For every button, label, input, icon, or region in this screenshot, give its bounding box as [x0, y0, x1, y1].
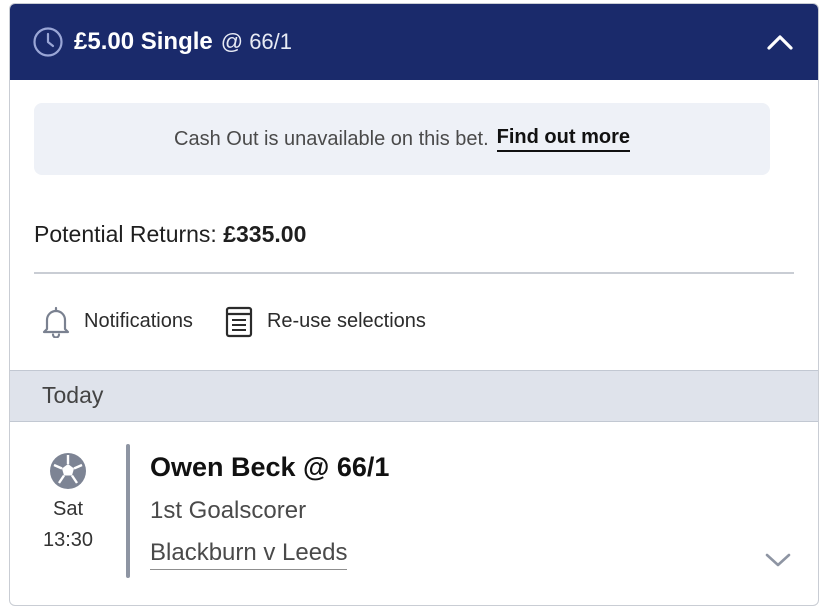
bet-header[interactable]: £5.00 Single @ 66/1 — [10, 4, 818, 80]
reuse-selections-button[interactable]: Re-use selections — [223, 305, 426, 339]
bet-odds-label: @ 66/1 — [220, 29, 293, 54]
bell-icon — [40, 305, 72, 339]
football-icon — [49, 452, 87, 490]
bet-card: £5.00 Single @ 66/1 Cash Out is unavaila… — [9, 3, 819, 606]
selection-event-link[interactable]: Blackburn v Leeds — [150, 539, 348, 570]
section-title: Today — [42, 382, 104, 408]
cashout-notice: Cash Out is unavailable on this bet. Fin… — [34, 103, 770, 175]
selection-meta: Sat 13:30 — [28, 452, 108, 552]
potential-returns-amount: £335.00 — [223, 221, 307, 247]
bet-stake-label: £5.00 Single — [74, 28, 213, 55]
selection-row[interactable]: Sat 13:30 Owen Beck @ 66/1 1st Goalscore… — [10, 422, 818, 602]
notifications-button[interactable]: Notifications — [40, 305, 193, 339]
cashout-notice-text: Cash Out is unavailable on this bet. — [174, 127, 489, 150]
selection-divider-bar — [126, 443, 130, 578]
find-out-more-link[interactable]: Find out more — [496, 126, 630, 152]
selection-details: Owen Beck @ 66/1 1st Goalscorer Blackbur… — [150, 452, 389, 570]
document-list-icon — [223, 305, 255, 339]
reuse-selections-label: Re-use selections — [266, 310, 426, 332]
clock-icon — [32, 26, 64, 58]
chevron-down-icon[interactable] — [764, 550, 792, 570]
bet-actions: Notifications Re-use selections — [10, 274, 818, 370]
notifications-label: Notifications — [84, 310, 193, 332]
chevron-up-icon[interactable] — [764, 26, 796, 58]
potential-returns-label: Potential Returns: — [34, 221, 217, 247]
potential-returns: Potential Returns: £335.00 — [34, 221, 818, 248]
section-header-today: Today — [10, 369, 818, 422]
selection-day: Sat — [52, 497, 84, 520]
selection-title: Owen Beck @ 66/1 — [150, 451, 390, 482]
selection-market: 1st Goalscorer — [150, 496, 307, 524]
selection-time: 13:30 — [42, 528, 94, 551]
